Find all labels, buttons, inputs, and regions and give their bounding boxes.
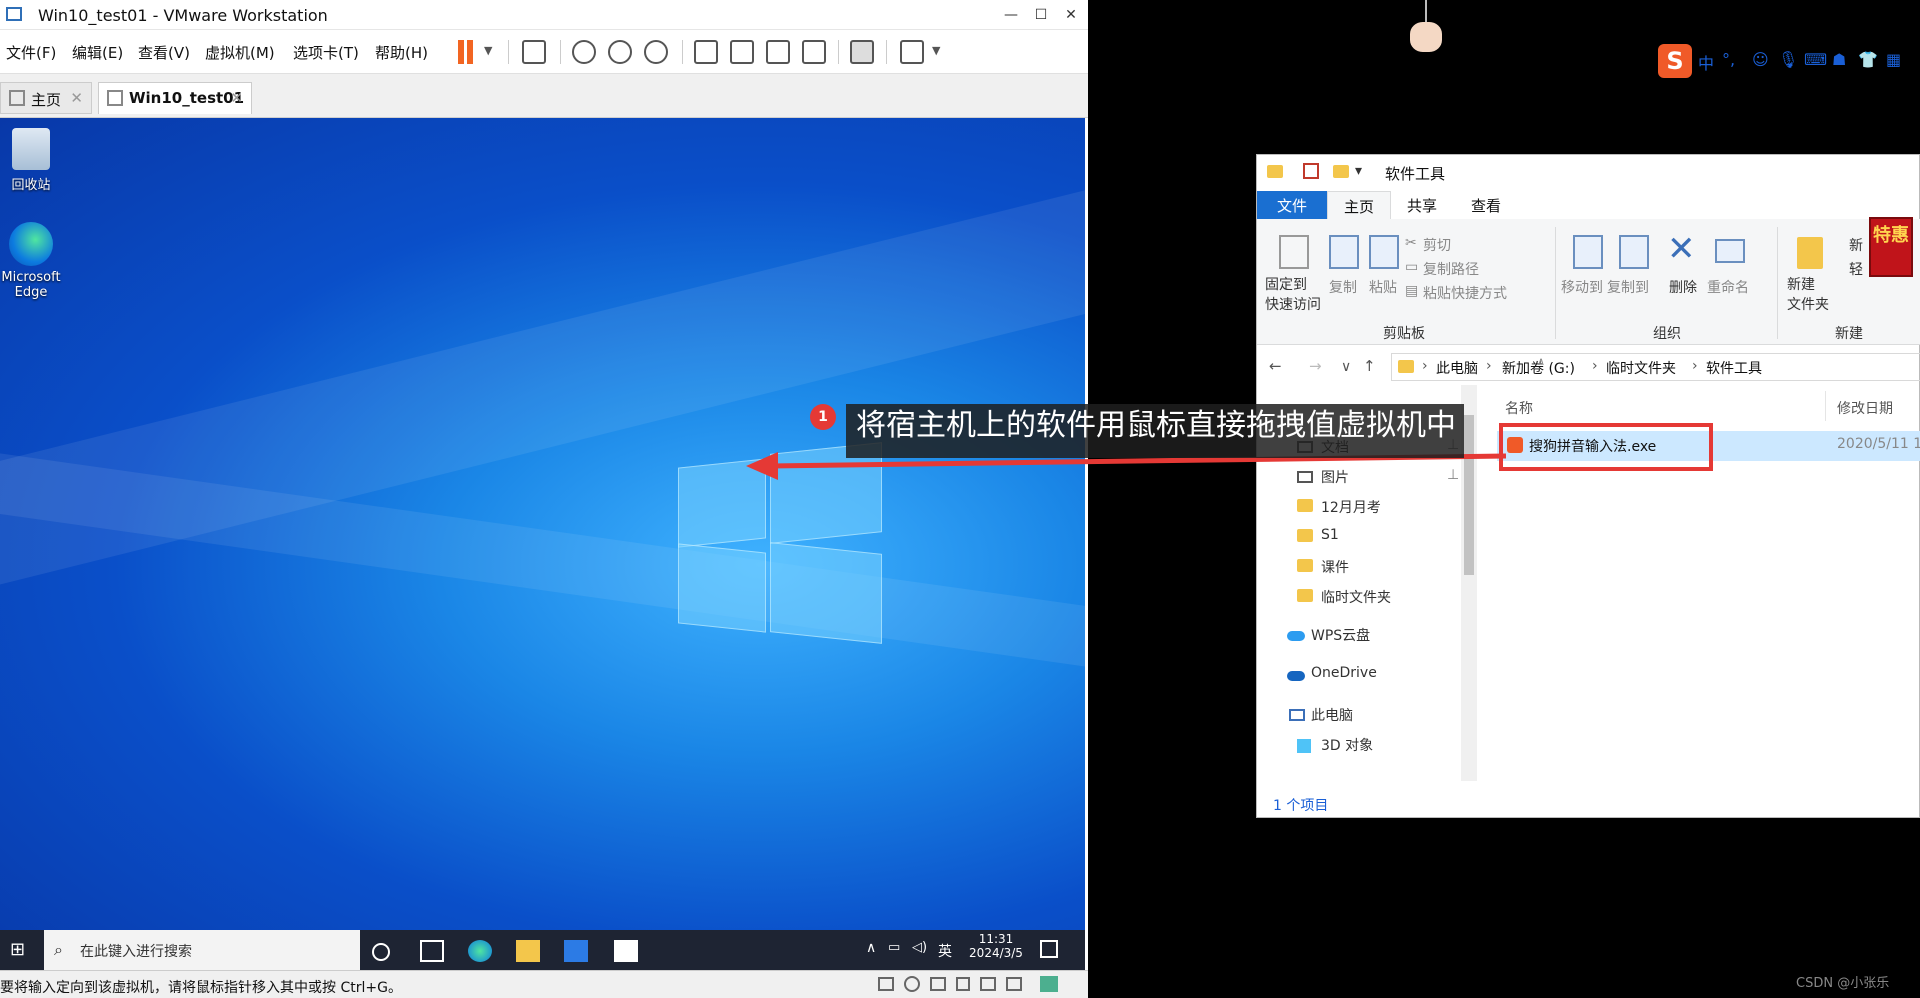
watermark: CSDN @小张乐 bbox=[1796, 976, 1890, 991]
arrow-head-icon bbox=[746, 452, 778, 480]
annotation-text: 将宿主机上的软件用鼠标直接拖拽值虚拟机中 bbox=[856, 408, 1456, 443]
step-badge: 1 bbox=[810, 404, 836, 430]
drag-arrow bbox=[746, 452, 1507, 480]
